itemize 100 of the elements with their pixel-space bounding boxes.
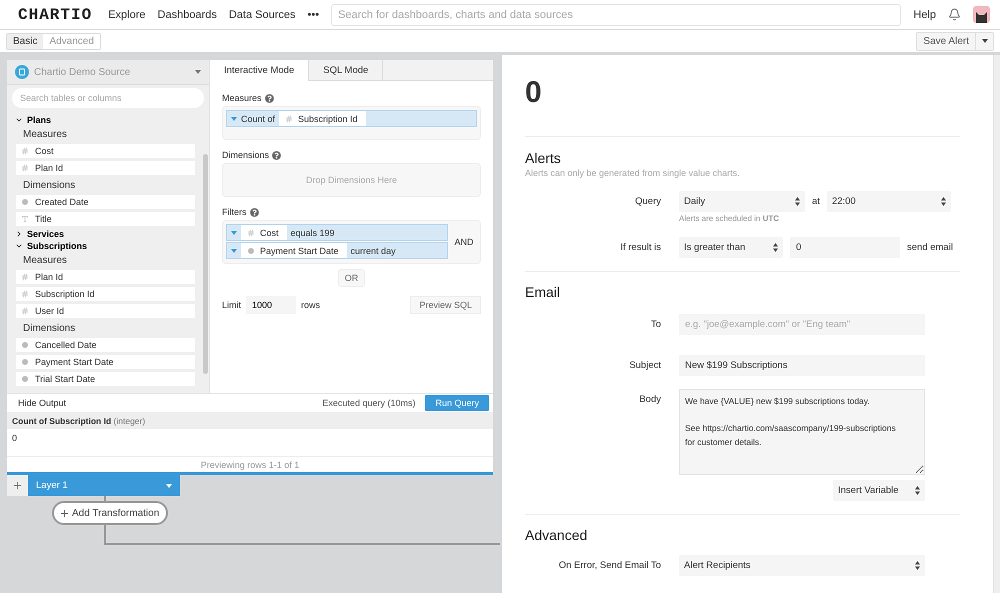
section-label: Measures: [222, 93, 262, 103]
column-chip[interactable]: Payment Start Date: [241, 243, 347, 258]
bell-icon[interactable]: [948, 8, 961, 21]
group-title: Dimensions: [22, 322, 76, 336]
hash-icon: [21, 147, 29, 155]
aggregate-label: Count of: [241, 114, 276, 124]
help-icon: [250, 208, 258, 216]
group-title: Dimensions: [22, 179, 76, 193]
caret-icon: [231, 248, 237, 252]
column-header: Count of Subscription Id (integer): [7, 412, 493, 430]
mode-tab[interactable]: SQL Mode: [309, 60, 384, 80]
section-subtitle: Alerts can only be generated from single value charts.: [525, 168, 741, 178]
help-link[interactable]: Help: [913, 8, 936, 20]
table-search-field[interactable]: Search tables or columns: [12, 88, 204, 108]
column-item[interactable]: Plan Id: [16, 161, 195, 175]
query-status: Executed query (10ms): [322, 398, 416, 408]
single-value: 0: [525, 55, 960, 137]
section-heading: Advanced: [525, 527, 588, 543]
filter-condition: current day: [350, 246, 396, 256]
threshold-field[interactable]: 0: [790, 237, 900, 258]
scrollbar[interactable]: [203, 154, 208, 374]
column-chip[interactable]: Cost: [241, 225, 287, 240]
caret-icon: [231, 116, 237, 120]
filter-bar[interactable]: Payment Start Date current day: [226, 242, 448, 259]
and-label: AND: [453, 237, 474, 247]
table-cell: 0: [7, 429, 493, 458]
section-heading: Email: [525, 284, 562, 300]
preview-sql-button[interactable]: Preview SQL: [410, 296, 481, 314]
column-item[interactable]: Subscription Id: [16, 287, 195, 301]
caret-icon: [166, 484, 172, 488]
group-title: Measures: [22, 128, 68, 142]
help-icon: [272, 150, 282, 160]
time-select[interactable]: 22:00: [826, 191, 951, 212]
column-item[interactable]: Payment Start Date: [16, 355, 195, 369]
updown-caret-icon: [940, 197, 946, 206]
nav-link[interactable]: Dashboards: [158, 8, 217, 20]
hash-icon: [285, 114, 294, 122]
search-field[interactable]: Search for dashboards, charts and data sources: [331, 4, 902, 26]
column-chip[interactable]: Subscription Id: [279, 111, 366, 126]
table-tree-item[interactable]: Subscriptions: [7, 240, 203, 252]
mode-tab[interactable]: Basic: [7, 34, 44, 48]
caret-icon: [195, 70, 201, 74]
hash-icon: [247, 228, 255, 236]
table-tree-item[interactable]: Services: [7, 228, 203, 240]
schedule-hint: Alerts are scheduled in UTC: [679, 214, 780, 223]
hash-icon: [21, 307, 29, 315]
updown-caret-icon: [773, 243, 778, 252]
caret-icon: [982, 39, 988, 43]
operator-select[interactable]: Is greater than: [679, 237, 783, 258]
column-item[interactable]: Trial Start Date: [16, 372, 195, 386]
type-icon: [21, 215, 29, 223]
more-menu[interactable]: •••: [308, 8, 320, 20]
hash-icon: [21, 290, 29, 298]
recipients-field[interactable]: e.g. "joe@example.com" or "Eng team": [679, 314, 925, 335]
field-label: On Error, Send Email To: [558, 560, 661, 571]
frequency-select[interactable]: Daily: [679, 191, 805, 212]
add-layer-button[interactable]: [7, 475, 28, 496]
nav-link[interactable]: Explore: [108, 8, 146, 20]
section-heading: Alerts: [525, 150, 562, 166]
field-label: Body: [638, 393, 661, 405]
body-field[interactable]: We have {VALUE} new $199 subscriptions today. See https://chartio.com/saascompany/199-subscriptions for customer details.: [679, 389, 925, 475]
section-label: Filters: [222, 207, 246, 217]
help-icon: [264, 94, 274, 102]
insert-variable-select[interactable]: Insert Variable: [833, 480, 925, 501]
plus-icon: [12, 480, 23, 491]
measure-bar[interactable]: Count of Subscription Id: [226, 110, 477, 127]
column-item[interactable]: Cancelled Date: [16, 338, 195, 352]
plus-icon: [59, 508, 70, 518]
subject-field[interactable]: New $199 Subscriptions: [679, 355, 925, 376]
add-transformation-button[interactable]: Add Transformation: [52, 501, 168, 525]
column-item[interactable]: User Id: [16, 304, 195, 318]
field-label: Subject: [628, 360, 661, 371]
logo[interactable]: CHARTIO: [18, 6, 92, 24]
field-label: To: [650, 319, 661, 330]
caret-icon: [231, 230, 237, 234]
error-recipients-select[interactable]: Alert Recipients: [679, 555, 925, 576]
field-label: Query: [634, 196, 661, 207]
column-item[interactable]: Created Date: [16, 195, 195, 209]
field-label: If result is: [619, 242, 661, 253]
updown-caret-icon: [915, 486, 920, 495]
updown-caret-icon: [915, 561, 920, 570]
or-button[interactable]: OR: [338, 269, 366, 287]
column-item[interactable]: Plan Id: [16, 270, 195, 284]
nav-link[interactable]: Data Sources: [228, 8, 296, 20]
updown-caret-icon: [795, 197, 800, 206]
database-icon: [15, 65, 29, 79]
at-label: at: [812, 196, 820, 207]
mode-tab[interactable]: Interactive Mode: [210, 60, 310, 81]
chevron-icon: [15, 116, 23, 124]
rows-label: rows: [301, 300, 320, 310]
limit-label: Limit: [222, 300, 242, 310]
filter-condition: equals 199: [290, 228, 335, 238]
column-item[interactable]: Title: [16, 212, 195, 226]
table-tree-item[interactable]: Plans: [7, 114, 203, 126]
limit-field[interactable]: 1000: [246, 296, 296, 314]
column-item[interactable]: Cost: [16, 144, 195, 158]
hide-output-button[interactable]: Hide Output: [18, 398, 66, 408]
avatar-icon[interactable]: [973, 6, 990, 23]
filter-bar[interactable]: Cost equals 199: [226, 224, 448, 241]
send-email-label: send email: [907, 242, 953, 253]
